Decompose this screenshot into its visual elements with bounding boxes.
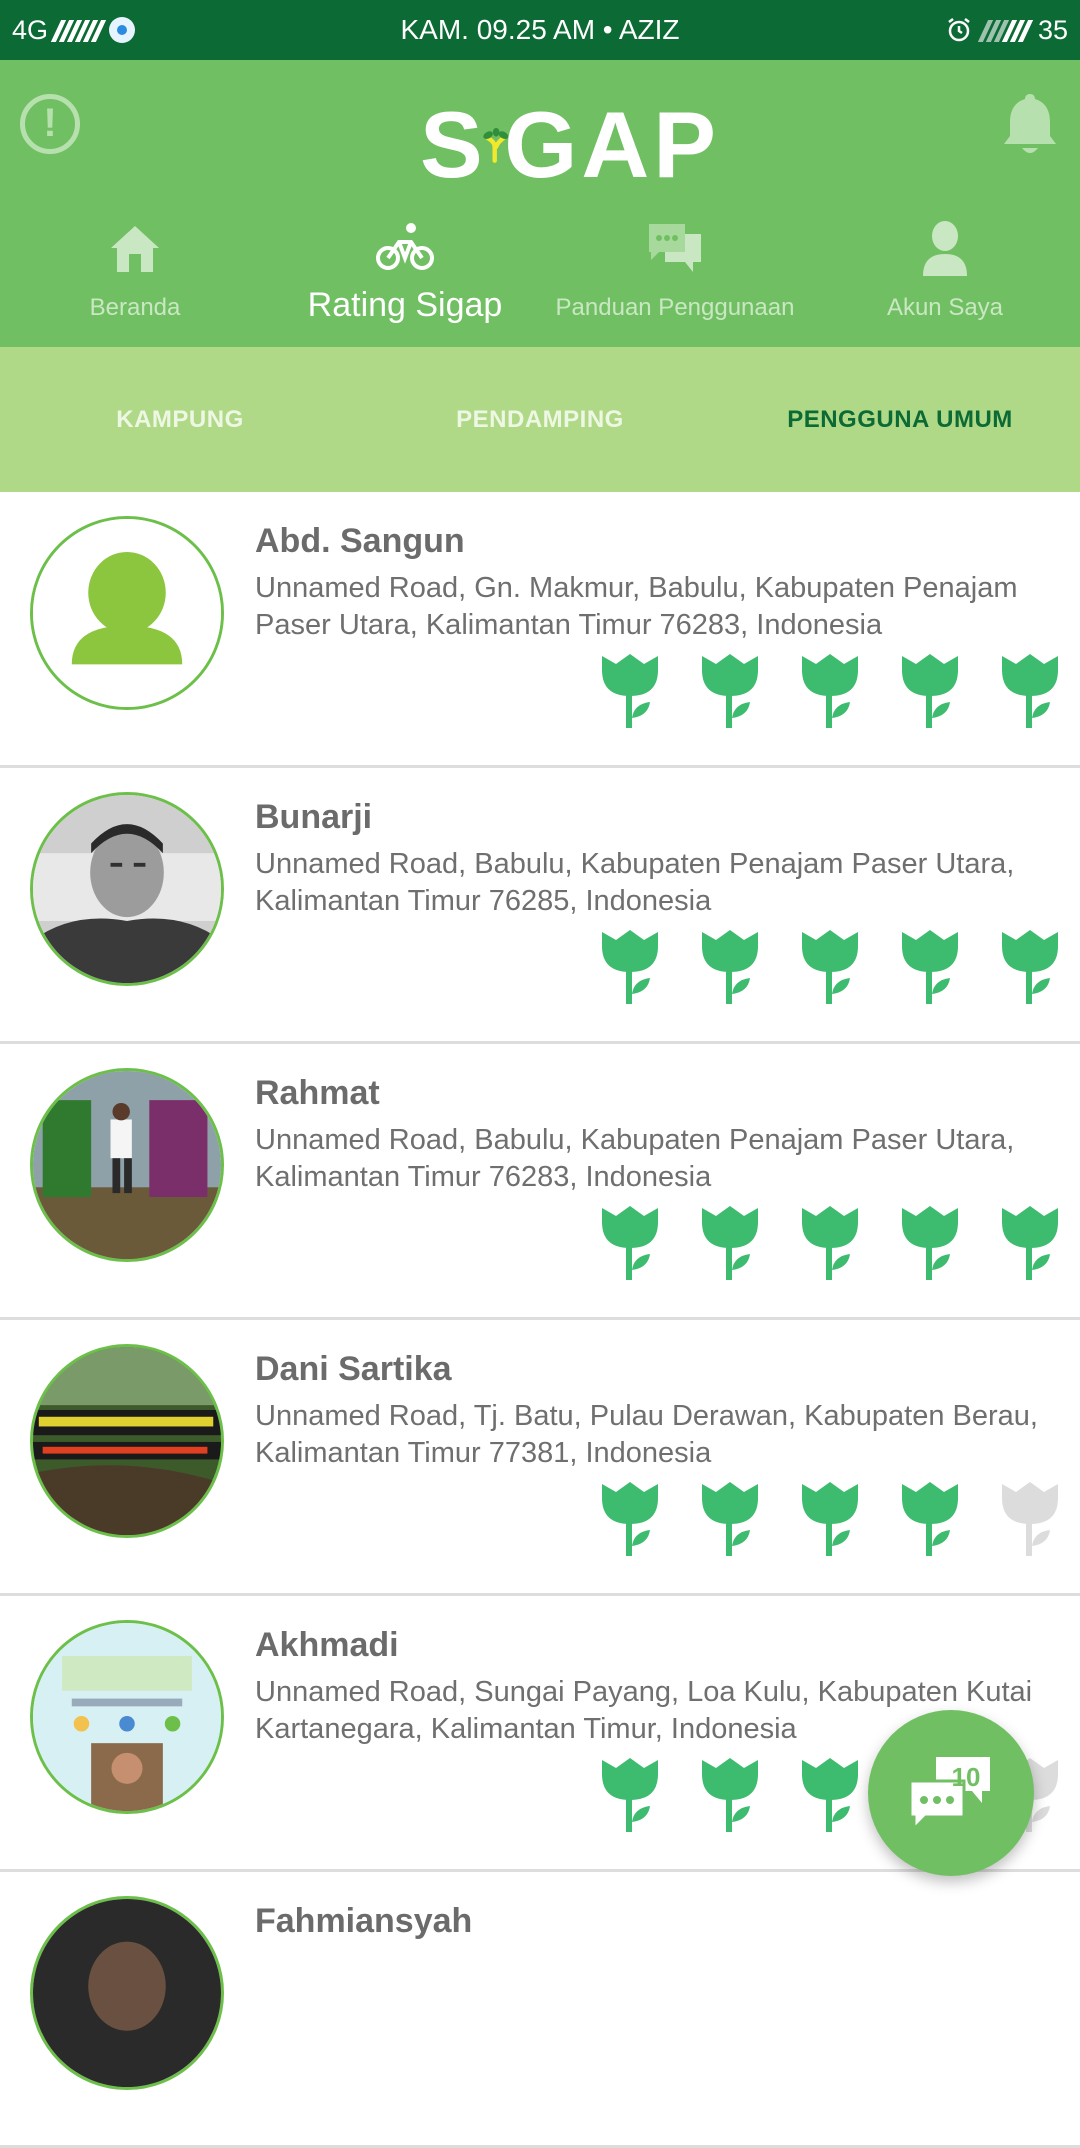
tulip-filled-icon	[802, 1206, 858, 1280]
tulip-filled-icon	[602, 1482, 658, 1556]
bike-icon	[376, 223, 434, 270]
rating	[600, 1480, 1060, 1560]
list-item[interactable]: Abd. Sangun Unnamed Road, Gn. Makmur, Ba…	[0, 492, 1080, 768]
home-icon	[111, 226, 159, 272]
tulip-filled-icon	[902, 1206, 958, 1280]
tulip-empty-icon	[1002, 1482, 1058, 1556]
sub-tabs: KAMPUNG PENDAMPING PENGGUNA UMUM	[0, 347, 1080, 492]
person-icon	[923, 221, 967, 276]
tulip-filled-icon	[702, 930, 758, 1004]
tulip-filled-icon	[802, 654, 858, 728]
tulip-filled-icon	[802, 930, 858, 1004]
chat-count-badge: 10	[951, 1762, 981, 1792]
tab-label: Beranda	[89, 294, 181, 321]
avatar	[30, 1068, 224, 1262]
user-photo	[33, 1071, 221, 1259]
list-item[interactable]: Fahmiansyah	[0, 1872, 1080, 2148]
avatar	[30, 792, 224, 986]
tulip-filled-icon	[902, 1482, 958, 1556]
list-item[interactable]: Dani Sartika Unnamed Road, Tj. Batu, Pul…	[0, 1320, 1080, 1596]
tulip-filled-icon	[702, 1206, 758, 1280]
tulip-filled-icon	[802, 1758, 858, 1832]
avatar	[30, 1896, 224, 2090]
user-address: Unnamed Road, Tj. Batu, Pulau Derawan, K…	[255, 1400, 1038, 1469]
user-photo	[33, 1899, 221, 2087]
user-name: Dani Sartika	[255, 1350, 452, 1388]
tulip-filled-icon	[802, 1482, 858, 1556]
user-address: Unnamed Road, Gn. Makmur, Babulu, Kabupa…	[255, 572, 1018, 641]
subtab-pengguna-umum[interactable]: PENGGUNA UMUM	[720, 406, 1080, 434]
user-name: Bunarji	[255, 798, 373, 836]
subtab-pendamping[interactable]: PENDAMPING	[360, 406, 720, 434]
list-item[interactable]: Rahmat Unnamed Road, Babulu, Kabupaten P…	[0, 1044, 1080, 1320]
user-name: Fahmiansyah	[255, 1902, 473, 1940]
tab-beranda[interactable]: Beranda	[0, 200, 270, 347]
user-photo	[33, 1347, 221, 1535]
data-saver-icon	[109, 17, 136, 43]
status-bar: 4G KAM. 09.25 AM • AZIZ 35	[0, 0, 1080, 60]
user-name: Rahmat	[255, 1074, 380, 1112]
tulip-filled-icon	[1002, 654, 1058, 728]
alarm-icon	[948, 18, 970, 42]
tulip-filled-icon	[602, 930, 658, 1004]
tab-label: Panduan Penggunaan	[555, 294, 795, 321]
tulip-filled-icon	[602, 1758, 658, 1832]
tulip-filled-icon	[1002, 1206, 1058, 1280]
status-center-text: KAM. 09.25 AM • AZIZ	[400, 14, 680, 45]
subtab-kampung[interactable]: KAMPUNG	[0, 406, 360, 434]
avatar	[30, 1344, 224, 1538]
tab-label: Rating Sigap	[307, 286, 503, 324]
tulip-filled-icon	[902, 654, 958, 728]
user-address: Unnamed Road, Babulu, Kabupaten Penajam …	[255, 1124, 1015, 1193]
rating	[600, 652, 1060, 732]
tab-rating-sigap[interactable]: Rating Sigap	[270, 200, 540, 347]
user-name: Akhmadi	[255, 1626, 399, 1664]
user-photo	[33, 795, 221, 983]
user-photo	[33, 1623, 221, 1811]
tulip-filled-icon	[702, 1482, 758, 1556]
tab-panduan-penggunaan[interactable]: Panduan Penggunaan	[540, 200, 810, 347]
avatar	[30, 516, 224, 710]
logo-text-right: GAP	[504, 92, 720, 197]
tab-akun-saya[interactable]: Akun Saya	[810, 200, 1080, 347]
alert-icon[interactable]: !	[20, 94, 80, 154]
network-label: 4G	[12, 14, 49, 45]
logo-text-left: S	[420, 92, 487, 197]
chat-icon	[649, 224, 701, 272]
user-list: Abd. Sangun Unnamed Road, Gn. Makmur, Ba…	[0, 492, 1080, 2148]
list-item[interactable]: Bunarji Unnamed Road, Babulu, Kabupaten …	[0, 768, 1080, 1044]
tulip-filled-icon	[702, 1758, 758, 1832]
tab-label: Akun Saya	[886, 294, 1004, 321]
chat-fab-button[interactable]: 10	[868, 1710, 1034, 1876]
battery-level: 35	[1037, 14, 1068, 45]
user-address: Unnamed Road, Babulu, Kabupaten Penajam …	[255, 848, 1015, 917]
battery-icon	[977, 18, 1034, 42]
bell-icon[interactable]	[1000, 90, 1060, 160]
signal-icon	[50, 18, 107, 42]
tulip-filled-icon	[702, 654, 758, 728]
tulip-filled-icon	[902, 930, 958, 1004]
user-name: Abd. Sangun	[255, 522, 465, 560]
tulip-filled-icon	[602, 654, 658, 728]
avatar	[30, 1620, 224, 1814]
tulip-filled-icon	[602, 1206, 658, 1280]
nav-tabs: Beranda Rating Sigap Panduan Penggunaan …	[0, 200, 1080, 347]
app-header: ! S GAP Beranda Rating Sigap Panduan Pen…	[0, 60, 1080, 347]
app-logo: S GAP	[420, 90, 720, 200]
rating	[600, 928, 1060, 1008]
tulip-filled-icon	[1002, 930, 1058, 1004]
rating	[600, 1204, 1060, 1284]
default-avatar-icon	[33, 519, 221, 707]
